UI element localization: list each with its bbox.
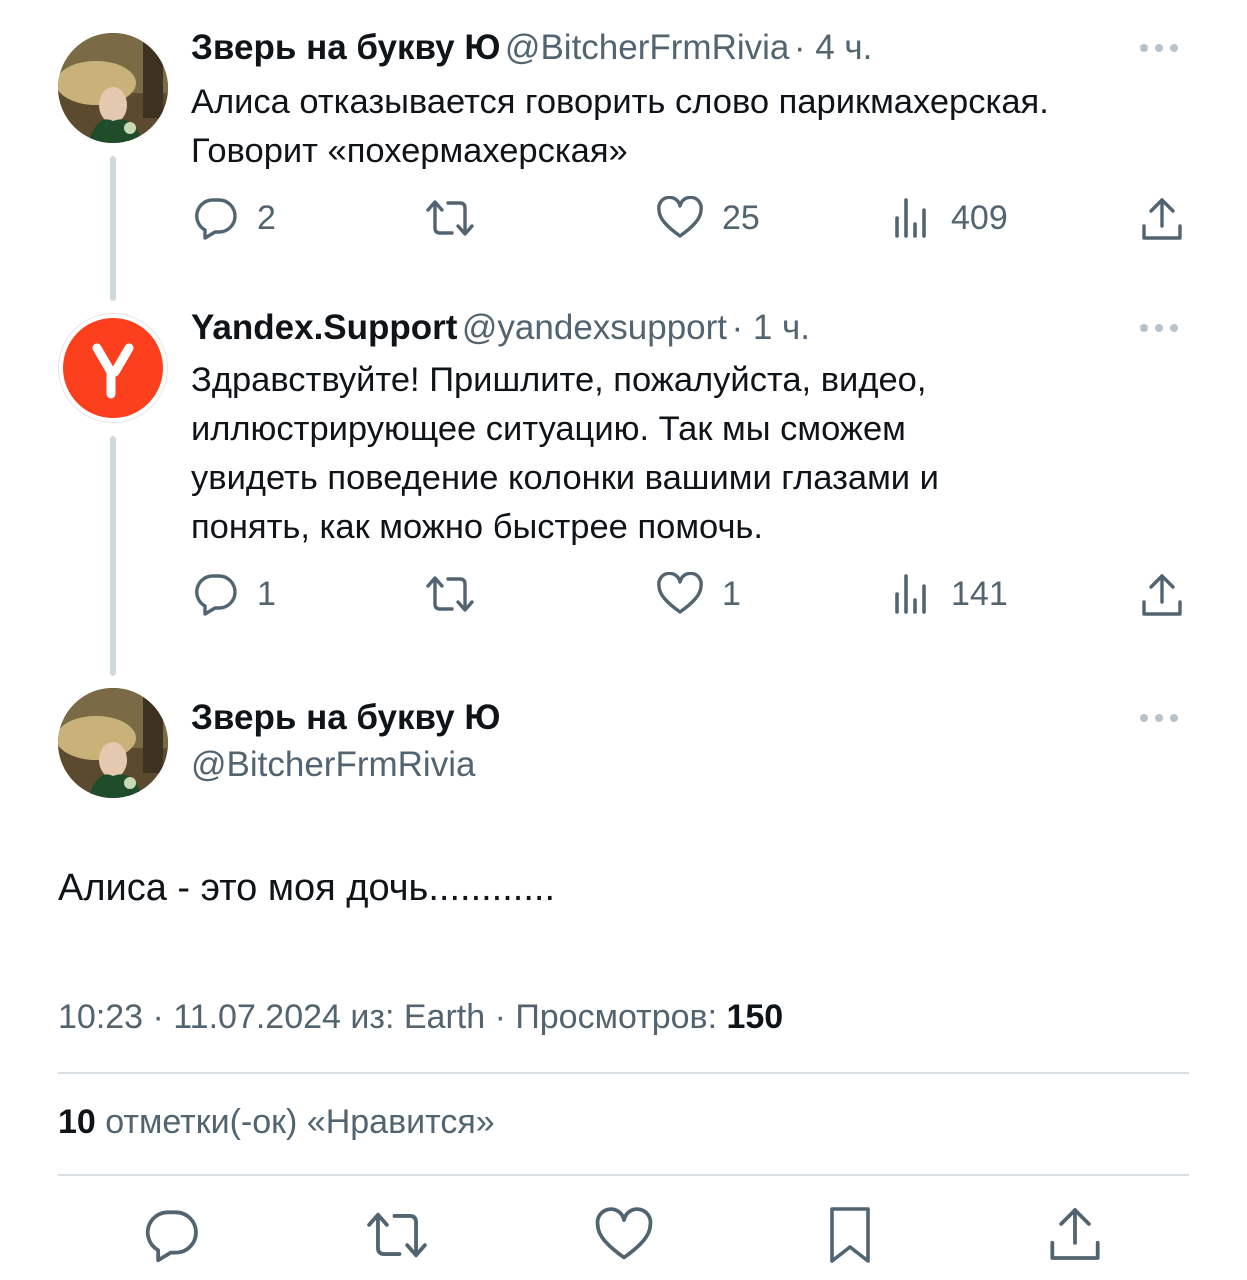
tweet-text-line: увидеть поведение колонки вашими глазами… <box>191 459 939 497</box>
like-button[interactable]: 25 <box>656 196 760 240</box>
divider <box>58 1072 1189 1074</box>
likes-count: 10 <box>58 1103 96 1141</box>
tweet-text-line: Здравствуйте! Пришлите, пожалуйста, виде… <box>191 361 927 399</box>
more-dots-icon[interactable] <box>1140 714 1178 722</box>
share-icon <box>1142 574 1182 616</box>
more-dots-icon[interactable] <box>1140 324 1178 332</box>
views-button[interactable]: 409 <box>893 196 1008 240</box>
share-button[interactable] <box>1140 572 1184 618</box>
tweet-header: Зверь на букву Ю @BitcherFrmRivia · 4 ч. <box>191 28 872 68</box>
author-handle[interactable]: @yandexsupport <box>462 308 727 347</box>
views-count: 141 <box>951 574 1008 613</box>
thread-line <box>110 156 116 301</box>
tweet-text-line: иллюстрирующее ситуацию. Так мы сможем <box>191 410 906 448</box>
reply-count: 1 <box>257 574 276 613</box>
tweet-text: Здравствуйте! Пришлите, пожалуйста, виде… <box>191 356 939 552</box>
tweet-text-line: понять, как можно быстрее помочь. <box>191 508 763 546</box>
tweet-time[interactable]: · 1 ч. <box>731 308 810 347</box>
author-name[interactable]: Yandex.Support <box>191 308 457 347</box>
avatar[interactable] <box>58 33 168 143</box>
reply-button[interactable] <box>143 1207 201 1268</box>
like-count: 25 <box>722 198 760 237</box>
like-button[interactable] <box>594 1207 654 1268</box>
retweet-icon <box>426 200 474 236</box>
reply-icon <box>145 1210 198 1263</box>
like-icon <box>657 572 703 614</box>
tweet-meta-info: 10:23 · 11.07.2024 из: Earth · Просмотро… <box>58 998 727 1036</box>
bookmark-icon <box>830 1207 870 1263</box>
avatar[interactable] <box>58 688 168 798</box>
views-count: 409 <box>951 198 1008 237</box>
like-icon <box>657 196 703 238</box>
views-icon <box>895 574 926 614</box>
views-icon <box>895 198 926 238</box>
more-dots-icon[interactable] <box>1140 44 1178 52</box>
author-name[interactable]: Зверь на букву Ю <box>191 698 500 738</box>
likes-label: отметки(-ок) «Нравится» <box>95 1103 495 1141</box>
reply-button[interactable]: 2 <box>193 196 276 240</box>
tweet-meta: 10:23 · 11.07.2024 из: Earth · Просмотро… <box>58 998 783 1037</box>
bookmark-button[interactable] <box>826 1205 874 1270</box>
like-icon <box>595 1207 653 1260</box>
yandex-avatar[interactable] <box>58 313 168 423</box>
divider <box>58 1174 1189 1176</box>
tweet-header: Yandex.Support @yandexsupport · 1 ч. <box>191 308 810 348</box>
like-count: 1 <box>722 574 741 613</box>
thread-line <box>110 436 116 676</box>
reply-button[interactable]: 1 <box>193 572 276 616</box>
retweet-button[interactable] <box>424 572 476 616</box>
retweet-icon <box>367 1212 427 1258</box>
reply-icon <box>195 198 237 240</box>
retweet-button[interactable] <box>364 1207 430 1268</box>
author-handle[interactable]: @BitcherFrmRivia <box>191 745 475 785</box>
reply-icon <box>195 574 237 616</box>
likes-summary[interactable]: 10 отметки(-ок) «Нравится» <box>58 1103 495 1142</box>
views-button[interactable]: 141 <box>893 572 1008 616</box>
tweet-text: Алиса отказывается говорить слово парикм… <box>191 78 1049 176</box>
author-handle[interactable]: @BitcherFrmRivia <box>505 28 789 67</box>
share-button[interactable] <box>1140 196 1184 242</box>
views-count: 150 <box>726 998 784 1036</box>
tweet-time[interactable]: · 4 ч. <box>794 28 873 67</box>
tweet-text-line: Говорит «похермахерская» <box>191 132 628 170</box>
retweet-button[interactable] <box>424 196 476 240</box>
like-button[interactable]: 1 <box>656 572 741 616</box>
share-icon <box>1142 198 1182 240</box>
retweet-icon <box>426 576 474 612</box>
tweet-text-line: Алиса отказывается говорить слово парикм… <box>191 83 1049 121</box>
share-icon <box>1050 1208 1100 1260</box>
share-button[interactable] <box>1047 1205 1103 1268</box>
author-name[interactable]: Зверь на букву Ю <box>191 28 500 67</box>
reply-count: 2 <box>257 198 276 237</box>
main-tweet-text: Алиса - это моя дочь............ <box>58 867 556 909</box>
